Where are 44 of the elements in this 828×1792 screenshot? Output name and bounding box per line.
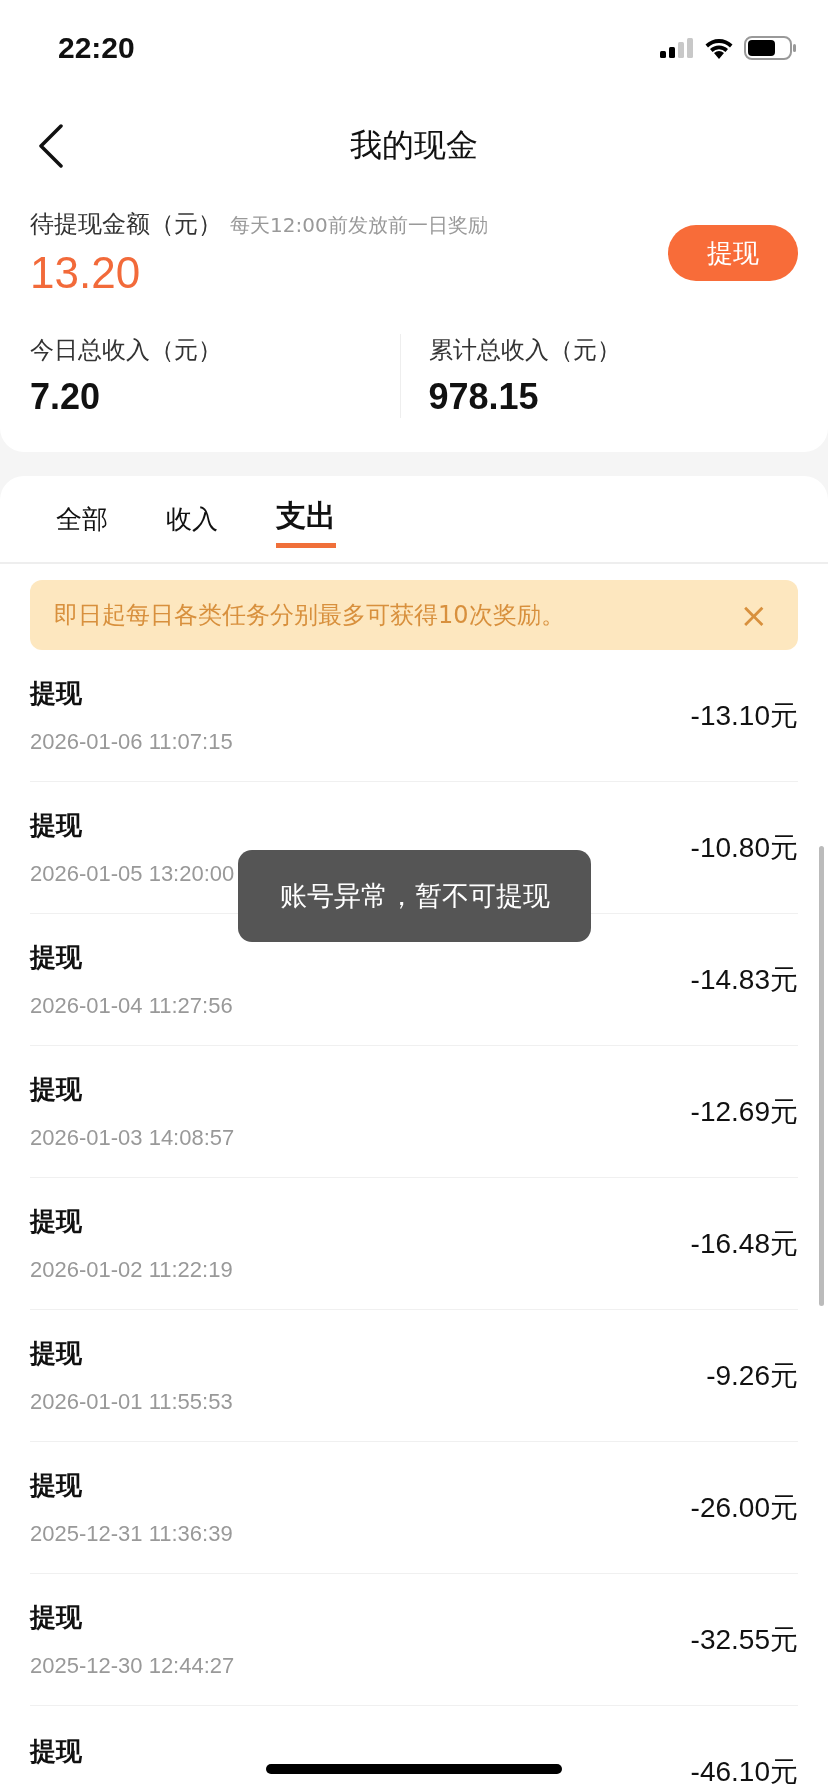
- pending-hint: 每天12:00前发放前一日奖励: [230, 212, 488, 239]
- record-date: 2026-01-03 14:08:57: [30, 1125, 235, 1151]
- record-amount: -9.26元: [706, 1358, 798, 1393]
- status-time: 22:20: [58, 31, 135, 65]
- record-amount: -46.10元: [690, 1754, 798, 1789]
- record-title: 提现: [30, 941, 83, 974]
- stat-value: 7.20: [30, 376, 102, 418]
- record-title: 提现: [30, 1601, 83, 1634]
- record-amount: -12.69元: [690, 1094, 798, 1129]
- signal-icon: [660, 38, 694, 58]
- stat-label: 今日总收入（元）: [30, 335, 223, 366]
- back-icon[interactable]: [38, 124, 64, 168]
- record-amount: -32.55元: [690, 1622, 798, 1657]
- record-date: 2025-12-30 12:44:27: [30, 1653, 235, 1679]
- battery-icon: [744, 36, 796, 60]
- record-date: 2026-01-06 11:07:15: [30, 729, 233, 755]
- pending-amount: 13.20: [30, 248, 142, 298]
- record-title: 提现: [30, 1205, 83, 1238]
- record-title: 提现: [30, 1073, 83, 1106]
- filter-tab[interactable]: 支出: [276, 490, 336, 548]
- record-title: 提现: [30, 1734, 82, 1768]
- filter-tab[interactable]: 收入: [166, 495, 218, 543]
- record-amount: -13.10元: [690, 698, 798, 733]
- record-date: 2026-01-05 13:20:00: [30, 861, 235, 887]
- page-title: 我的现金: [350, 125, 478, 166]
- filter-tab[interactable]: 全部: [56, 495, 108, 543]
- record-date: 2025-12-31 11:36:39: [30, 1521, 233, 1547]
- pending-label: 待提现金额（元）: [30, 209, 222, 240]
- record-date: 2026-01-02 11:22:19: [30, 1257, 233, 1283]
- record-amount: -14.83元: [690, 962, 798, 997]
- record-title: 提现: [30, 809, 83, 842]
- record-amount: -16.48元: [690, 1226, 798, 1261]
- stat-label: 累计总收入（元）: [428, 335, 622, 366]
- record-title: 提现: [30, 677, 83, 710]
- record-title: 提现: [30, 1337, 83, 1370]
- record-title: 提现: [30, 1469, 83, 1502]
- toast-message: 账号异常，暂不可提现: [238, 850, 591, 942]
- record-date: 2026-01-01 11:55:53: [30, 1389, 233, 1415]
- stat-value: 978.15: [428, 376, 540, 418]
- record-amount: -10.80元: [690, 830, 798, 865]
- record-date: 2026-01-04 11:27:56: [30, 993, 233, 1019]
- notice-text: 即日起每日各类任务分别最多可获得10次奖励。: [54, 600, 565, 631]
- wifi-icon: [704, 37, 734, 59]
- record-amount: -26.00元: [690, 1490, 798, 1525]
